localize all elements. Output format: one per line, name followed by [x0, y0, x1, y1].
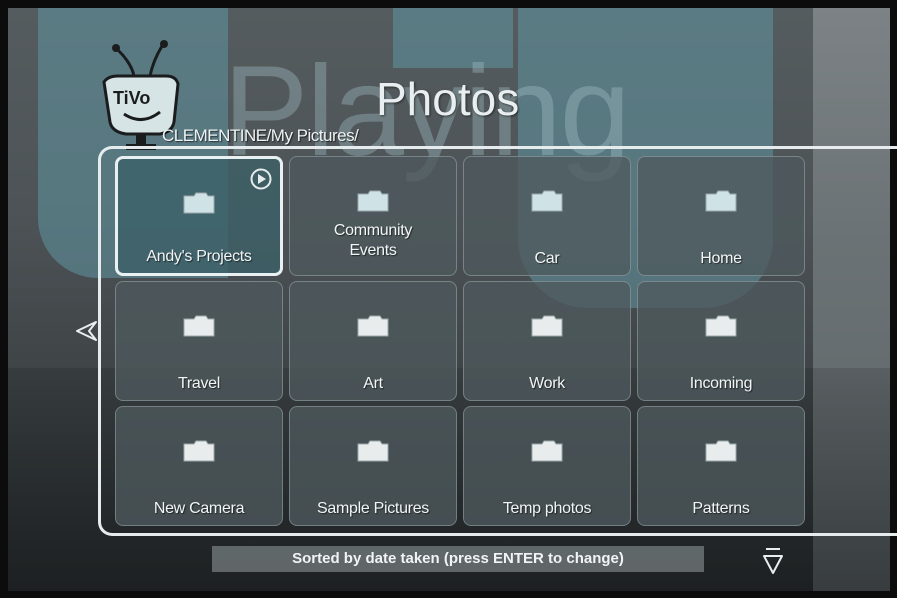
folder-icon — [183, 192, 215, 214]
folder-label: Patterns — [692, 500, 750, 517]
folder-tile[interactable]: Incoming — [637, 281, 805, 401]
folder-label: Home — [700, 250, 742, 267]
folder-icon — [183, 315, 215, 337]
folder-label: Temp photos — [502, 500, 592, 517]
folder-label: New Camera — [153, 500, 245, 517]
folder-tile[interactable]: Home — [637, 156, 805, 276]
folder-tile[interactable]: Andy's Projects — [115, 156, 283, 276]
svg-text:TiVo: TiVo — [113, 88, 150, 108]
breadcrumb: CLEMENTINE/My Pictures/ — [162, 126, 359, 145]
folder-label: Travel — [177, 375, 221, 392]
down-arrow-icon[interactable] — [760, 546, 786, 576]
folder-label: Art — [363, 375, 383, 392]
folder-label: Sample Pictures — [317, 500, 429, 517]
folder-label: Community Events — [333, 222, 413, 259]
folder-icon — [357, 190, 389, 212]
folder-tile[interactable]: Patterns — [637, 406, 805, 526]
folder-icon — [705, 190, 737, 212]
folder-icon — [183, 440, 215, 462]
folder-icon — [357, 315, 389, 337]
left-arrow-icon[interactable] — [74, 318, 100, 344]
play-icon[interactable] — [250, 168, 272, 190]
folder-icon — [531, 190, 563, 212]
folder-icon — [531, 440, 563, 462]
page-title: Photos — [376, 73, 520, 125]
folder-tile[interactable]: Car — [463, 156, 631, 276]
sort-status-bar: Sorted by date taken (press ENTER to cha… — [212, 546, 704, 572]
folder-label: Work — [529, 375, 565, 392]
folder-label: Car — [534, 250, 560, 267]
folder-icon — [531, 315, 563, 337]
folder-icon — [705, 440, 737, 462]
folder-label: Incoming — [689, 375, 753, 392]
folder-label: Andy's Projects — [146, 248, 252, 265]
folder-tile[interactable]: New Camera — [115, 406, 283, 526]
folder-tile[interactable]: Community Events — [289, 156, 457, 276]
folder-icon — [357, 440, 389, 462]
folder-tile[interactable]: Art — [289, 281, 457, 401]
folder-tile[interactable]: Travel — [115, 281, 283, 401]
folder-grid: Andy's Projects Community Events Car Home Tr… — [115, 156, 805, 526]
folder-tile[interactable]: Temp photos — [463, 406, 631, 526]
folder-tile[interactable]: Sample Pictures — [289, 406, 457, 526]
folder-tile[interactable]: Work — [463, 281, 631, 401]
folder-icon — [705, 315, 737, 337]
